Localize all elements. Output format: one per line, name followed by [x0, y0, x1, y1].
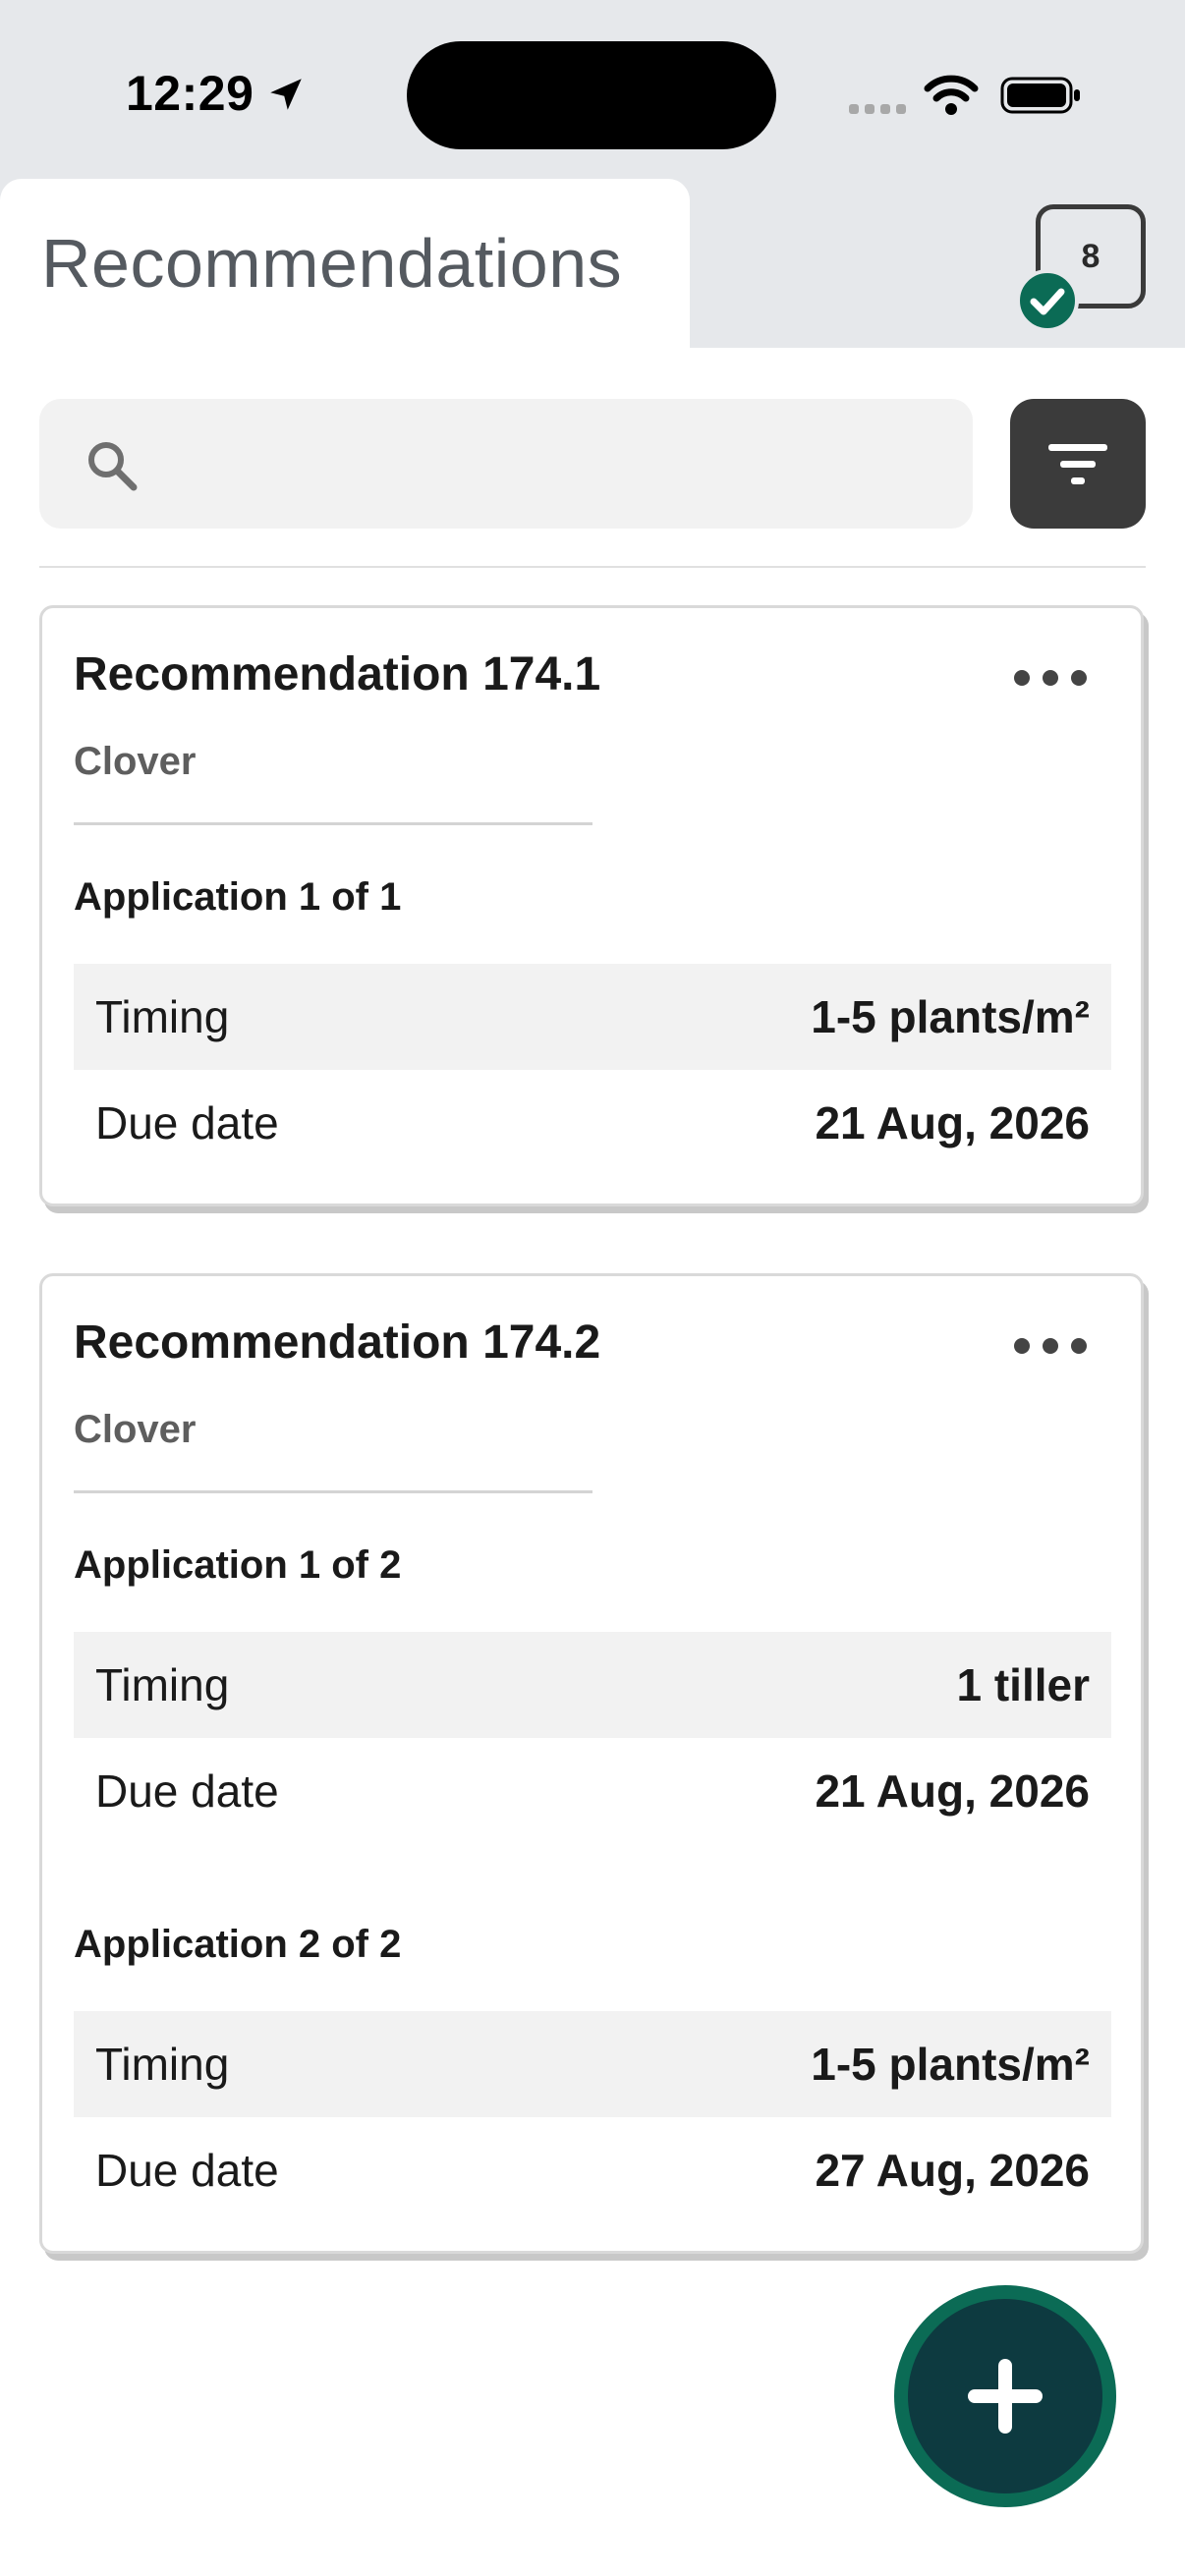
card-divider	[74, 1490, 592, 1493]
plus-icon	[968, 2359, 1043, 2434]
timing-row: Timing 1 tiller	[74, 1632, 1111, 1738]
due-date-label: Due date	[95, 1765, 279, 1817]
add-button-inner	[908, 2299, 1102, 2493]
due-date-row: Due date 21 Aug, 2026	[74, 1738, 1111, 1844]
timing-value: 1-5 plants/m²	[811, 991, 1090, 1042]
list-divider	[39, 566, 1146, 568]
crop-name: Clover	[74, 740, 197, 783]
search-input[interactable]	[157, 428, 943, 499]
due-date-row: Due date 27 Aug, 2026	[74, 2117, 1111, 2223]
application-heading: Application 2 of 2	[74, 1923, 402, 1966]
more-horizontal-icon	[1014, 670, 1087, 686]
check-icon	[1016, 269, 1079, 332]
recommendation-title: Recommendation 174.2	[74, 1316, 601, 1369]
application-heading: Application 1 of 2	[74, 1543, 402, 1587]
application-heading: Application 1 of 1	[74, 875, 402, 919]
recommendation-card[interactable]: Recommendation 174.2 Clover Application …	[39, 1273, 1144, 2254]
card-divider	[74, 822, 592, 825]
due-date-value: 21 Aug, 2026	[815, 1765, 1090, 1817]
add-recommendation-button[interactable]	[894, 2285, 1116, 2507]
wifi-icon	[924, 75, 979, 115]
search-icon	[88, 442, 138, 491]
page-title: Recommendations	[41, 225, 623, 302]
due-date-value: 27 Aug, 2026	[815, 2145, 1090, 2196]
battery-icon	[1000, 77, 1080, 114]
status-time: 12:29	[126, 66, 254, 121]
due-date-value: 21 Aug, 2026	[815, 1097, 1090, 1148]
cellular-signal-icon	[849, 104, 906, 114]
crop-name: Clover	[74, 1408, 197, 1451]
due-date-row: Due date 21 Aug, 2026	[74, 1070, 1111, 1176]
recommendation-title: Recommendation 174.1	[74, 648, 601, 700]
more-options-button[interactable]	[1003, 647, 1098, 706]
dynamic-island	[407, 41, 776, 149]
timing-row: Timing 1-5 plants/m²	[74, 964, 1111, 1070]
due-date-label: Due date	[95, 1097, 279, 1148]
more-options-button[interactable]	[1003, 1316, 1098, 1374]
timing-value: 1 tiller	[956, 1659, 1090, 1710]
more-horizontal-icon	[1014, 1338, 1087, 1354]
due-date-label: Due date	[95, 2145, 279, 2196]
filter-icon	[1048, 444, 1107, 484]
filter-button[interactable]	[1010, 399, 1146, 529]
timing-value: 1-5 plants/m²	[811, 2039, 1090, 2090]
recommendations-screen: 12:29 Recommendations 8 Recommendation 1…	[0, 0, 1185, 2576]
location-arrow-icon	[270, 79, 302, 110]
recommendation-card[interactable]: Recommendation 174.1 Clover Application …	[39, 605, 1144, 1206]
timing-label: Timing	[95, 1659, 230, 1710]
timing-row: Timing 1-5 plants/m²	[74, 2011, 1111, 2117]
search-bar[interactable]	[39, 399, 973, 529]
timing-label: Timing	[95, 991, 230, 1042]
timing-label: Timing	[95, 2039, 230, 2090]
